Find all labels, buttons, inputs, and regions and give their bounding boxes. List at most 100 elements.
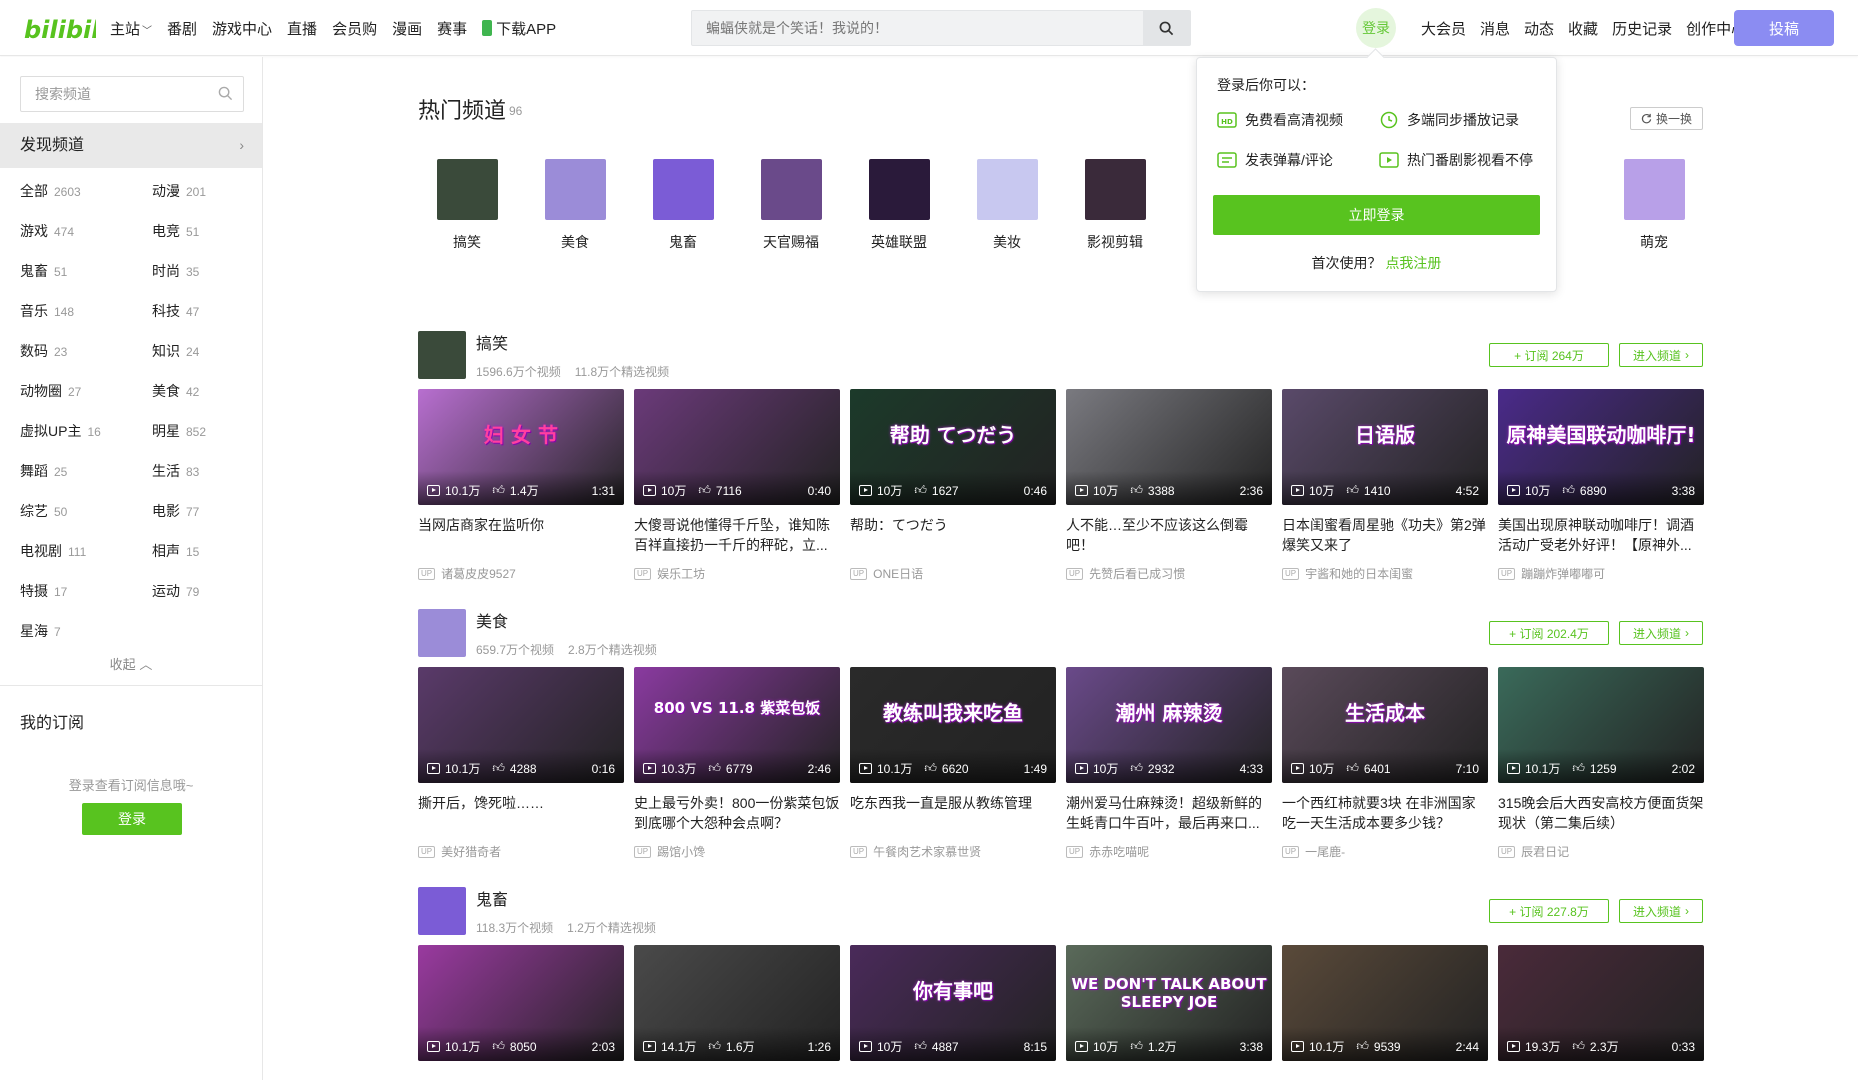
video-thumbnail[interactable]: 19.3万 👍︎ 2.3万 0:33 [1498,945,1704,1061]
video-card[interactable]: WE DON'T TALK ABOUT SLEEPY JOE 10万 👍︎ 1.2万 3… [1066,945,1272,1061]
video-thumbnail[interactable]: 日语版 10万 👍︎ 1410 4:52 [1282,389,1488,505]
video-thumbnail[interactable]: 生活成本 10万 👍︎ 6401 7:10 [1282,667,1488,783]
uploader[interactable]: UP 赤赤吃喵呢 [1066,843,1272,860]
discover-channels[interactable]: 发现频道 › [0,123,262,168]
nav-item-3[interactable]: 直播 [287,18,317,39]
video-card[interactable]: 14.1万 👍︎ 1.6万 1:26 [634,945,840,1061]
right-nav-item-2[interactable]: 动态 [1524,18,1554,39]
category-item[interactable]: 时尚 35 [152,261,199,281]
right-nav-item-3[interactable]: 收藏 [1568,18,1598,39]
video-title[interactable]: 潮州爱马仕麻辣烫！超级新鲜的生蚝青口牛百叶，最后再来口... [1066,793,1272,833]
category-item[interactable]: 科技 47 [152,301,199,321]
video-thumbnail[interactable]: 10万 👍︎ 7116 0:40 [634,389,840,505]
category-item[interactable]: 电视剧 111 [20,541,86,561]
video-title[interactable]: 大傻哥说他懂得千斤坠，谁知陈百祥直接扔一千斤的秤砣，立... [634,515,840,555]
video-thumbnail[interactable]: 妇 女 节 10.1万 👍︎ 1.4万 1:31 [418,389,624,505]
category-item[interactable]: 生活 83 [152,461,199,481]
uploader[interactable]: UP 诸葛皮皮9527 [418,565,624,582]
video-thumbnail[interactable]: 14.1万 👍︎ 1.6万 1:26 [634,945,840,1061]
hot-channel-item[interactable]: 美妆 [957,159,1057,252]
video-title[interactable]: 一个西红柿就要3块 在非洲国家吃一天生活成本要多少钱？ [1282,793,1488,833]
video-thumbnail[interactable]: 10.1万 👍︎ 9539 2:44 [1282,945,1488,1061]
category-item[interactable]: 相声 15 [152,541,199,561]
video-title[interactable]: 史上最亏外卖！800一份紫菜包饭到底哪个大怨种会点啊？ [634,793,840,833]
category-item[interactable]: 音乐 148 [20,301,74,321]
refresh-button[interactable]: 换一换 [1630,107,1703,130]
nav-item-1[interactable]: 番剧 [167,18,197,39]
video-title[interactable]: 当网店商家在监听你 [418,515,624,555]
enter-channel-button[interactable]: 进入频道 › [1619,899,1703,923]
channel-avatar[interactable] [418,331,466,379]
nav-item-6[interactable]: 赛事 [437,18,467,39]
enter-channel-button[interactable]: 进入频道 › [1619,621,1703,645]
category-item[interactable]: 知识 24 [152,341,199,361]
upload-button[interactable]: 投稿 [1734,10,1834,46]
category-item[interactable]: 明星 852 [152,421,206,441]
channel-search-input[interactable] [35,77,215,111]
category-item[interactable]: 舞蹈 25 [20,461,67,481]
enter-channel-button[interactable]: 进入频道 › [1619,343,1703,367]
hot-channel-item[interactable]: 搞笑 [417,159,517,252]
category-item[interactable]: 全部 2603 [20,181,81,201]
video-card[interactable]: 教练叫我来吃鱼 10.1万 👍︎ 6620 1:49 吃东西我一直是服从教练管理 UP 午餐肉… [850,667,1056,860]
hot-channel-item[interactable]: 英雄联盟 [849,159,949,252]
category-item[interactable]: 虚拟UP主 16 [20,421,101,441]
video-thumbnail[interactable]: 原神美国联动咖啡厅! 10万 👍︎ 6890 3:38 [1498,389,1704,505]
category-item[interactable]: 游戏 474 [20,221,74,241]
login-avatar-button[interactable]: 登录 [1356,8,1396,48]
video-card[interactable]: 你有事吧 10万 👍︎ 4887 8:15 [850,945,1056,1061]
category-item[interactable]: 电竞 51 [152,221,199,241]
category-item[interactable]: 星海 7 [20,621,61,641]
video-title[interactable]: 人不能…至少不应该这么倒霉吧！ [1066,515,1272,555]
video-card[interactable]: 生活成本 10万 👍︎ 6401 7:10 一个西红柿就要3块 在非洲国家吃一天生活成本要… [1282,667,1488,860]
video-card[interactable]: 10万 👍︎ 7116 0:40 大傻哥说他懂得千斤坠，谁知陈百祥直接扔一千斤的秤砣，立… [634,389,840,582]
hot-channel-item[interactable]: 影视剪辑 [1065,159,1165,252]
video-card[interactable]: 10.1万 👍︎ 9539 2:44 [1282,945,1488,1061]
video-thumbnail[interactable]: 10.1万 👍︎ 4288 0:16 [418,667,624,783]
category-item[interactable]: 特摄 17 [20,581,67,601]
right-nav-item-4[interactable]: 历史记录 [1612,18,1672,39]
uploader[interactable]: UP 蹦蹦炸弹嘟嘟可 [1498,565,1704,582]
uploader[interactable]: UP 先赞后看已成习惯 [1066,565,1272,582]
uploader[interactable]: UP ONE日语 [850,565,1056,582]
collapse-button[interactable]: 收起 ︿ [0,654,262,673]
video-card[interactable]: 妇 女 节 10.1万 👍︎ 1.4万 1:31 当网店商家在监听你 UP 诸葛皮皮9527 [418,389,624,582]
uploader[interactable]: UP 娱乐工坊 [634,565,840,582]
video-title[interactable]: 日本闺蜜看周星驰《功夫》第2弹 爆笑又来了 [1282,515,1488,555]
hot-channel-item[interactable]: 美食 [525,159,625,252]
uploader[interactable]: UP 美好猎奇者 [418,843,624,860]
nav-item-4[interactable]: 会员购 [332,18,377,39]
hot-channel-item[interactable]: 萌宠 [1604,159,1704,252]
popup-login-button[interactable]: 立即登录 [1213,195,1540,235]
nav-item-7[interactable]: 下载APP [482,18,556,39]
video-card[interactable]: 800 VS 11.8 紫菜包饭 10.3万 👍︎ 6779 2:46 史上最亏外卖！80… [634,667,840,860]
category-item[interactable]: 电影 77 [152,501,199,521]
category-item[interactable]: 数码 23 [20,341,67,361]
video-thumbnail[interactable]: WE DON'T TALK ABOUT SLEEPY JOE 10万 👍︎ 1.2万 3… [1066,945,1272,1061]
subscribe-button[interactable]: + 订阅 227.8万 [1489,899,1609,923]
video-title[interactable]: 撕开后，馋死啦…… [418,793,624,833]
nav-item-5[interactable]: 漫画 [392,18,422,39]
video-title[interactable]: 美国出现原神联动咖啡厅！调酒活动广受老外好评！【原神外... [1498,515,1704,555]
right-nav-item-0[interactable]: 大会员 [1421,18,1466,39]
register-link[interactable]: 点我注册 [1385,255,1441,271]
category-item[interactable]: 动物圈 27 [20,381,81,401]
search-button[interactable] [1143,11,1190,45]
video-thumbnail[interactable]: 10.1万 👍︎ 8050 2:03 [418,945,624,1061]
uploader[interactable]: UP 宇酱和她的日本闺蜜 [1282,565,1488,582]
video-title[interactable]: 吃东西我一直是服从教练管理 [850,793,1056,833]
channel-avatar[interactable] [418,609,466,657]
category-item[interactable]: 动漫 201 [152,181,206,201]
sidebar-login-button[interactable]: 登录 [82,803,182,835]
hot-channel-item[interactable]: 天官赐福 [741,159,841,252]
category-item[interactable]: 综艺 50 [20,501,67,521]
video-thumbnail[interactable]: 帮助 てつだう 10万 👍︎ 1627 0:46 [850,389,1056,505]
video-card[interactable]: 日语版 10万 👍︎ 1410 4:52 日本闺蜜看周星驰《功夫》第2弹 爆笑又来了 UP 宇… [1282,389,1488,582]
bilibili-logo[interactable]: bilibili [24,12,108,44]
video-title[interactable]: 315晚会后大西安高校方便面货架现状（第二集后续） [1498,793,1704,833]
hot-channel-item[interactable]: 鬼畜 [633,159,733,252]
video-thumbnail[interactable]: 教练叫我来吃鱼 10.1万 👍︎ 6620 1:49 [850,667,1056,783]
category-item[interactable]: 鬼畜 51 [20,261,67,281]
video-card[interactable]: 10.1万 👍︎ 4288 0:16 撕开后，馋死啦…… UP 美好猎奇者 [418,667,624,860]
channel-name[interactable]: 美食 [476,608,508,632]
